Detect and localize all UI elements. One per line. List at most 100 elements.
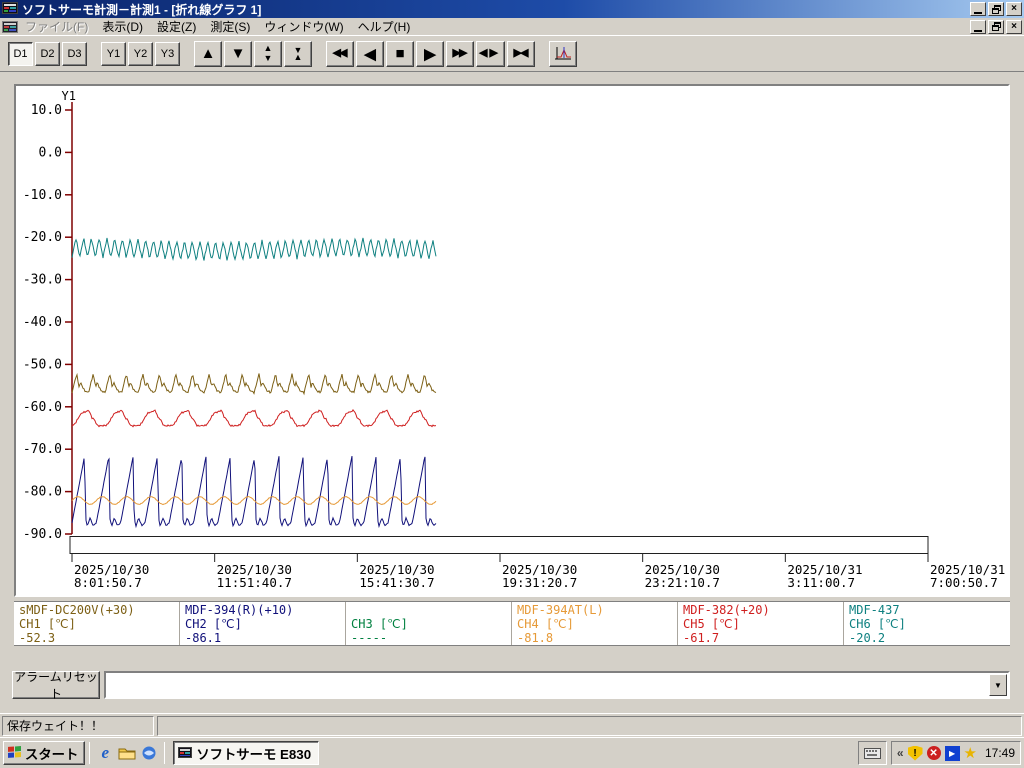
ch2-name: CH2 [℃] bbox=[185, 617, 242, 631]
x-tick-time: 15:41:30.7 bbox=[359, 575, 434, 590]
compress-vertical-icon: ▼ ▲ bbox=[293, 44, 303, 62]
series-5-line bbox=[71, 409, 437, 428]
media-player-icon[interactable]: ▶ bbox=[944, 745, 960, 761]
graph-settings-button[interactable] bbox=[548, 40, 577, 67]
start-button[interactable]: スタート bbox=[3, 741, 86, 765]
ch2-value: -86.1 bbox=[185, 631, 222, 645]
ch4-name: CH4 [℃] bbox=[517, 617, 574, 631]
ch3-label bbox=[351, 603, 506, 617]
d2-button[interactable]: D2 bbox=[35, 41, 60, 66]
minimize-button[interactable] bbox=[970, 2, 986, 16]
language-panel[interactable] bbox=[857, 741, 887, 765]
step-back-button[interactable]: ◀ bbox=[356, 40, 384, 67]
legend-cell-ch4: MDF-394AT(L) CH4 [℃] -81.8 bbox=[512, 602, 678, 645]
legend-cell-ch3: CH3 [℃] ----- bbox=[346, 602, 512, 645]
series-2-line bbox=[71, 456, 437, 529]
restore-icon bbox=[991, 4, 1001, 14]
legend-cell-ch5: MDF-382(+20) CH5 [℃] -61.7 bbox=[678, 602, 844, 645]
menu-help[interactable]: ヘルプ(H) bbox=[351, 17, 418, 36]
scroll-down-button[interactable]: ▼ bbox=[224, 40, 252, 67]
toolbar: D1 D2 D3 Y1 Y2 Y3 ▲ ▼ ▲ ▼ ▼ ▲ ◀ ◀ ◀ ■ ▶ ▶ ▶ … bbox=[0, 36, 1024, 72]
compress-horizontal-button[interactable]: ▶ ◀ bbox=[506, 40, 535, 67]
legend-cell-ch6: MDF-437 CH6 [℃] -20.2 bbox=[844, 602, 1010, 645]
favorites-star-icon[interactable]: ★ bbox=[964, 746, 977, 761]
y1-button[interactable]: Y1 bbox=[101, 41, 126, 66]
series-6-line bbox=[71, 237, 437, 262]
child-close-button[interactable]: × bbox=[1006, 19, 1022, 34]
x-tick-time: 7:00:50.7 bbox=[930, 575, 998, 590]
close-button[interactable]: × bbox=[1006, 2, 1022, 16]
x-tick-time: 19:31:20.7 bbox=[502, 575, 577, 590]
arrow-right-icon: ▶ bbox=[424, 45, 436, 63]
scroll-up-button[interactable]: ▲ bbox=[194, 40, 222, 67]
desktop-folder-icon[interactable] bbox=[116, 742, 138, 764]
menu-settings[interactable]: 設定(Z) bbox=[150, 17, 203, 36]
taskbar-divider bbox=[89, 742, 91, 764]
y-tick-label: -60.0 bbox=[23, 400, 62, 415]
ch5-name: CH5 [℃] bbox=[683, 617, 740, 631]
status-bar: 保存ウェイト！！ bbox=[0, 713, 1024, 737]
restore-button[interactable] bbox=[988, 2, 1004, 16]
y-tick-label: -30.0 bbox=[23, 273, 62, 288]
ch4-value: -81.8 bbox=[517, 631, 554, 645]
ch6-label: MDF-437 bbox=[849, 603, 900, 617]
time-range-box bbox=[69, 536, 929, 554]
ie-icon[interactable]: e bbox=[94, 742, 116, 764]
fast-forward-button[interactable]: ▶ ▶ bbox=[446, 40, 474, 67]
task-label: ソフトサーモ E830 bbox=[196, 746, 312, 762]
ch1-label: sMDF-DC200V(+30) bbox=[19, 603, 135, 617]
start-label: スタート bbox=[25, 746, 79, 762]
fast-rewind-button[interactable]: ◀ ◀ bbox=[326, 40, 354, 67]
graph-window-client: Y1 10.0 0.0 -10.0 -20.0 -30.0 -40.0 -50.0 -60.0 -… bbox=[0, 72, 1024, 713]
y-tick-label: -10.0 bbox=[23, 188, 62, 203]
step-forward-button[interactable]: ▶ bbox=[416, 40, 444, 67]
expand-horizontal-button[interactable]: ◀ ▶ bbox=[476, 40, 505, 67]
chart-panel: Y1 10.0 0.0 -10.0 -20.0 -30.0 -40.0 -50.0 -60.0 -… bbox=[14, 84, 1010, 597]
menu-measure[interactable]: 測定(S) bbox=[203, 17, 257, 36]
ch3-name: CH3 [℃] bbox=[351, 617, 408, 631]
series-1-line bbox=[71, 372, 437, 396]
collapse-chevron-icon[interactable]: « bbox=[897, 746, 904, 760]
task-button-softthermo[interactable]: ソフトサーモ E830 bbox=[173, 741, 320, 765]
arrow-down-icon: ▼ bbox=[230, 45, 246, 62]
y-tick-label: -50.0 bbox=[23, 357, 62, 372]
d1-button[interactable]: D1 bbox=[8, 41, 33, 66]
d3-button[interactable]: D3 bbox=[62, 41, 87, 66]
windows-logo-icon bbox=[8, 746, 21, 758]
ch5-value: -61.7 bbox=[683, 631, 720, 645]
fast-forward-icon: ▶ ▶ bbox=[452, 47, 468, 59]
legend-cell-ch2: MDF-394(R)(+10) CH2 [℃] -86.1 bbox=[180, 602, 346, 645]
y3-button[interactable]: Y3 bbox=[155, 41, 180, 66]
window-title: ソフトサーモ計測－計測1 - [折れ線グラフ 1] bbox=[22, 2, 262, 17]
x-tick-time: 23:21:10.7 bbox=[645, 575, 720, 590]
y-tick-label: -80.0 bbox=[23, 485, 62, 500]
series-4-line bbox=[71, 495, 437, 506]
child-restore-button[interactable] bbox=[988, 19, 1004, 34]
outlook-icon[interactable] bbox=[138, 742, 160, 764]
compress-vertical-button[interactable]: ▼ ▲ bbox=[284, 40, 312, 67]
stop-icon: ■ bbox=[395, 45, 405, 62]
title-bar: ソフトサーモ計測－計測1 - [折れ線グラフ 1] × bbox=[0, 0, 1024, 18]
arrow-up-icon: ▲ bbox=[200, 45, 216, 62]
security-warning-icon[interactable]: ! bbox=[907, 745, 923, 761]
task-app-icon bbox=[178, 747, 193, 758]
child-minimize-icon bbox=[974, 29, 982, 32]
ch4-label: MDF-394AT(L) bbox=[517, 603, 604, 617]
security-alert-icon[interactable]: ✕ bbox=[926, 746, 941, 760]
menu-file[interactable]: ファイル(F) bbox=[18, 17, 95, 36]
expand-vertical-icon: ▲ ▼ bbox=[263, 43, 273, 63]
expand-vertical-button[interactable]: ▲ ▼ bbox=[254, 40, 282, 67]
menu-window[interactable]: ウィンドウ(W) bbox=[257, 17, 350, 36]
y2-button[interactable]: Y2 bbox=[128, 41, 153, 66]
alarm-reset-button[interactable]: アラームリセット bbox=[12, 670, 100, 701]
notification-area: « ! ✕ ▶ ★ 17:49 bbox=[890, 741, 1021, 765]
y-tick-label: -20.0 bbox=[23, 230, 62, 245]
fast-rewind-icon: ◀ ◀ bbox=[332, 47, 348, 59]
alarm-combobox[interactable]: ▼ bbox=[104, 671, 1010, 699]
combobox-drop-button[interactable]: ▼ bbox=[989, 674, 1007, 696]
chevron-down-icon: ▼ bbox=[994, 680, 1002, 690]
menu-view[interactable]: 表示(D) bbox=[95, 17, 150, 36]
child-minimize-button[interactable] bbox=[970, 19, 986, 34]
stop-button[interactable]: ■ bbox=[386, 40, 414, 67]
status-message: 保存ウェイト！！ bbox=[2, 715, 154, 736]
